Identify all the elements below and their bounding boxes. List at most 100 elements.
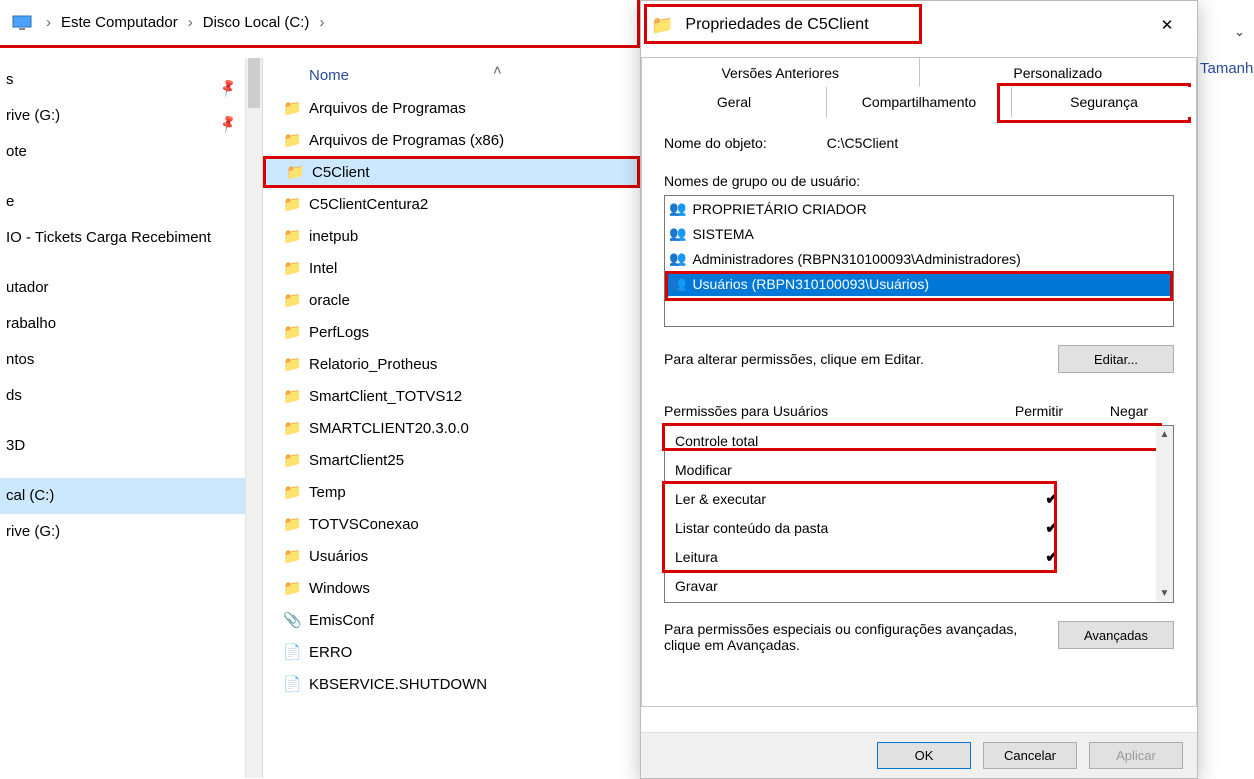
folder-icon: 📁: [283, 579, 309, 597]
file-row[interactable]: 📁SmartClient_TOTVS12: [263, 380, 640, 412]
permission-row[interactable]: Leitura✔: [665, 542, 1173, 571]
dialog-title: Propriedades de C5Client: [685, 16, 1147, 34]
file-row[interactable]: 📄ERRO: [263, 636, 640, 668]
folder-icon: 📁: [283, 131, 309, 149]
file-label: Intel: [309, 260, 337, 277]
file-row[interactable]: 📁SMARTCLIENT20.3.0.0: [263, 412, 640, 444]
file-row[interactable]: 📁TOTVSConexao: [263, 508, 640, 540]
folder-icon: 📁: [283, 227, 309, 245]
group-item[interactable]: 👥Administradores (RBPN310100093\Administ…: [665, 246, 1173, 271]
folder-icon: 📁: [283, 515, 309, 533]
folder-icon: 📁: [283, 355, 309, 373]
allow-check: ✔: [1007, 518, 1097, 538]
group-item[interactable]: 👥PROPRIETÁRIO CRIADOR: [665, 196, 1173, 221]
permission-row[interactable]: Ler & executar✔: [665, 484, 1173, 513]
tree-item[interactable]: s: [0, 62, 262, 98]
file-label: KBSERVICE.SHUTDOWN: [309, 676, 487, 693]
chevron-right-icon: ›: [309, 14, 334, 31]
file-row[interactable]: 📁Temp: [263, 476, 640, 508]
tab-general[interactable]: Geral: [641, 87, 827, 117]
file-row[interactable]: 📁Windows: [263, 572, 640, 604]
file-row[interactable]: 📁Arquivos de Programas (x86): [263, 124, 640, 156]
folder-icon: 📁: [283, 259, 309, 277]
group-icon: 👥: [669, 275, 686, 292]
permissions-listbox[interactable]: Controle total ModificarLer & executar✔Li…: [664, 425, 1174, 603]
file-label: Arquivos de Programas: [309, 100, 466, 117]
file-row[interactable]: 📁Intel: [263, 252, 640, 284]
allow-check: ✔: [1007, 547, 1097, 567]
tree-item[interactable]: rabalho: [0, 306, 262, 342]
file-row[interactable]: 📁SmartClient25: [263, 444, 640, 476]
tree-item[interactable]: [0, 464, 262, 478]
chevron-right-icon: ›: [178, 14, 203, 31]
tree-item[interactable]: [0, 256, 262, 270]
groups-listbox[interactable]: 👥PROPRIETÁRIO CRIADOR 👥SISTEMA 👥Administ…: [664, 195, 1174, 327]
file-row[interactable]: 📁inetpub: [263, 220, 640, 252]
tree-item[interactable]: [0, 414, 262, 428]
group-item-selected[interactable]: 👥Usuários (RBPN310100093\Usuários): [665, 271, 1173, 296]
tab-previous-versions[interactable]: Versões Anteriores: [641, 57, 920, 87]
tab-sharing[interactable]: Compartilhamento: [827, 87, 1012, 117]
tab-custom[interactable]: Personalizado: [920, 57, 1198, 87]
group-item[interactable]: 👥SISTEMA: [665, 221, 1173, 246]
tree-item[interactable]: cal (C:): [0, 478, 262, 514]
close-button[interactable]: ✕: [1147, 16, 1187, 34]
tree-item[interactable]: ote: [0, 134, 262, 170]
tree-item[interactable]: e: [0, 184, 262, 220]
file-label: C5Client: [312, 164, 370, 181]
file-label: PerfLogs: [309, 324, 369, 341]
permission-row[interactable]: Modificar: [665, 455, 1173, 484]
permission-row[interactable]: Listar conteúdo da pasta✔: [665, 513, 1173, 542]
permission-row[interactable]: Controle total: [665, 426, 1173, 455]
file-row[interactable]: 📁Relatorio_Protheus: [263, 348, 640, 380]
titlebar[interactable]: 📁 Propriedades de C5Client ✕: [641, 1, 1197, 49]
scrollbar-thumb[interactable]: [248, 58, 260, 108]
sort-asc-icon: ˄: [493, 62, 502, 79]
file-row[interactable]: 📁Arquivos de Programas: [263, 92, 640, 124]
tree-item[interactable]: ds: [0, 378, 262, 414]
tree-item[interactable]: utador: [0, 270, 262, 306]
file-row[interactable]: 📁PerfLogs: [263, 316, 640, 348]
tree-item[interactable]: 3D: [0, 428, 262, 464]
column-name[interactable]: Nome ˄: [263, 58, 640, 92]
apply-button[interactable]: Aplicar: [1089, 742, 1183, 769]
edit-button[interactable]: Editar...: [1058, 345, 1174, 373]
tab-security[interactable]: Segurança: [1012, 87, 1197, 117]
file-row[interactable]: 📁Usuários: [263, 540, 640, 572]
deny-header: Negar: [1084, 403, 1174, 419]
file-label: oracle: [309, 292, 350, 309]
permission-row[interactable]: Gravar: [665, 571, 1173, 600]
tree-item[interactable]: [0, 170, 262, 184]
column-size[interactable]: Tamanho: [1200, 60, 1254, 77]
dropdown-chevron-icon[interactable]: ⌄: [1234, 24, 1245, 40]
scroll-down-icon[interactable]: ▼: [1156, 585, 1173, 602]
file-row[interactable]: 📁C5Client: [263, 156, 640, 188]
breadcrumb-computer[interactable]: Este Computador: [61, 14, 178, 31]
file-label: Arquivos de Programas (x86): [309, 132, 504, 149]
tree-item[interactable]: rive (G:): [0, 514, 262, 550]
scrollbar[interactable]: [245, 58, 262, 778]
file-row[interactable]: 📎EmisConf: [263, 604, 640, 636]
file-row[interactable]: 📁C5ClientCentura2: [263, 188, 640, 220]
permissions-header: Permissões para Usuários: [664, 403, 994, 419]
tab-body-security: Nome do objeto: C:\C5Client Nomes de gru…: [641, 117, 1197, 707]
file-label: SmartClient_TOTVS12: [309, 388, 462, 405]
file-row[interactable]: 📄KBSERVICE.SHUTDOWN: [263, 668, 640, 700]
tree-item[interactable]: rive (G:): [0, 98, 262, 134]
breadcrumb[interactable]: › Este Computador › Disco Local (C:) ›: [0, 0, 640, 48]
folder-icon: 📁: [283, 387, 309, 405]
cancel-button[interactable]: Cancelar: [983, 742, 1077, 769]
group-icon: 👥: [669, 225, 686, 242]
scrollbar[interactable]: ▲ ▼: [1156, 426, 1173, 602]
breadcrumb-drive[interactable]: Disco Local (C:): [203, 14, 310, 31]
tree-item[interactable]: ntos: [0, 342, 262, 378]
file-label: EmisConf: [309, 612, 374, 629]
advanced-button[interactable]: Avançadas: [1058, 621, 1174, 649]
scroll-up-icon[interactable]: ▲: [1156, 426, 1173, 443]
object-name-label: Nome do objeto:: [664, 135, 767, 151]
file-row[interactable]: 📁oracle: [263, 284, 640, 316]
file-label: C5ClientCentura2: [309, 196, 428, 213]
tree-item[interactable]: IO - Tickets Carga Recebiment: [0, 220, 262, 256]
permission-label: Controle total: [675, 433, 1007, 449]
ok-button[interactable]: OK: [877, 742, 971, 769]
